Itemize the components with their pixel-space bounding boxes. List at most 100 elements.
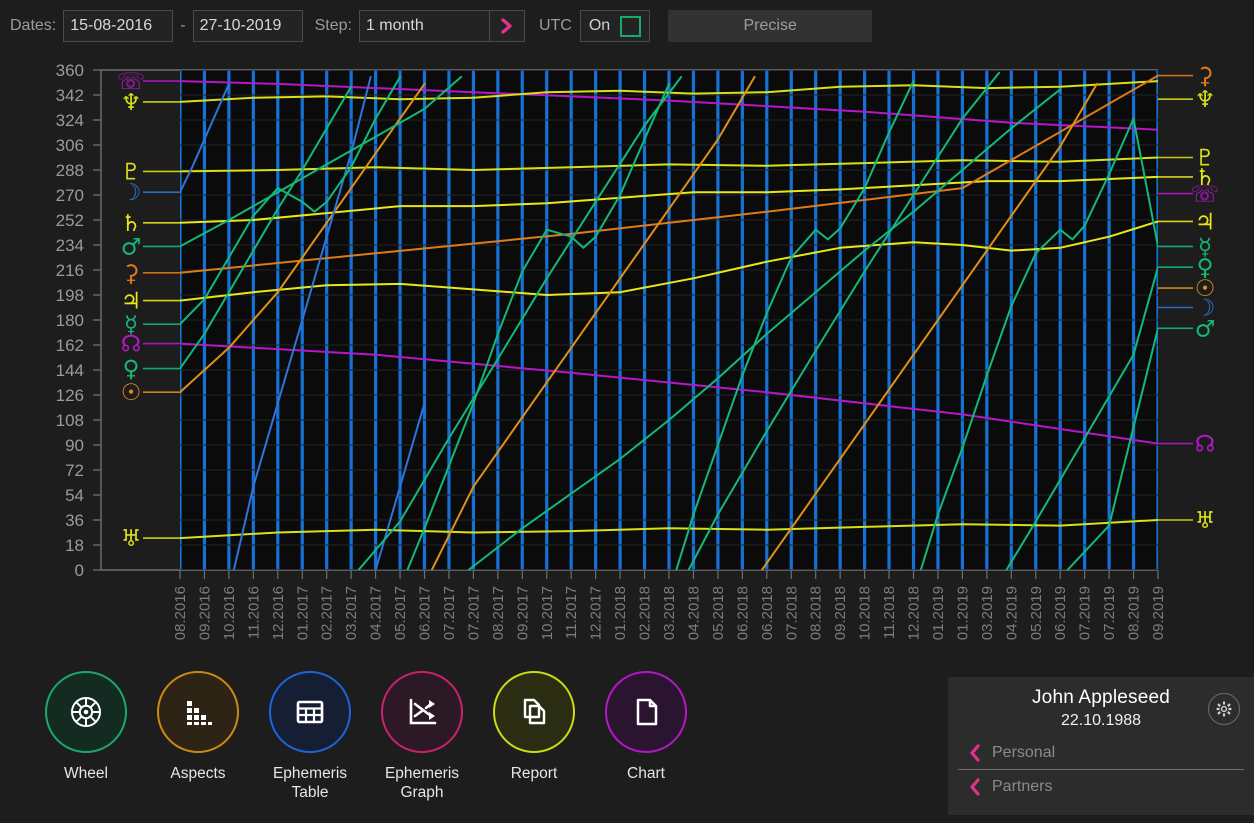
step-input[interactable] [358, 10, 489, 42]
x-axis-tick-label: 01.2018 [612, 586, 629, 640]
person-row-personal[interactable]: Personal [958, 736, 1244, 770]
x-axis-tick-label: 10.2016 [221, 586, 238, 640]
x-axis-tick-label: 09.2018 [832, 586, 849, 640]
x-axis-tick-label: 08.2016 [172, 586, 189, 640]
x-axis-tick-label: 07.2019 [1077, 586, 1094, 640]
x-axis-tick-label: 02.2018 [637, 586, 654, 640]
dates-label: Dates: [10, 17, 57, 34]
x-axis-tick-label: 08.2017 [490, 586, 507, 640]
x-axis-tick-label: 12.2018 [906, 586, 923, 640]
y-axis-tick-labels: 3603423243062882702522342161981801621441… [56, 61, 84, 580]
x-axis-tick-label: 03.2018 [661, 586, 678, 640]
nav-button-chart[interactable]: Chart [590, 671, 702, 783]
x-axis-tick-label: 02.2017 [319, 586, 336, 640]
y-axis-tick-label: 36 [65, 511, 84, 530]
chevron-right-icon[interactable] [488, 10, 525, 42]
x-axis-tick-label: 07.2019 [1101, 586, 1118, 640]
nav-button-ephemeris-graph-label: Ephemeris Graph [384, 765, 460, 801]
y-axis-tick-label: 144 [56, 361, 84, 380]
x-axis-tick-label: 05.2017 [392, 586, 409, 640]
ephemeris-chart-svg[interactable]: 3603423243062882702522342161981801621441… [0, 52, 1254, 657]
y-axis-tick-label: 72 [65, 461, 84, 480]
left-glyph-mars[interactable]: ♂ [121, 234, 142, 260]
navigation-button-bar: Wheel Aspects Ephemeris Table Ephemeris … [0, 658, 940, 823]
table-icon [296, 700, 324, 724]
date-to-input[interactable] [192, 10, 303, 42]
y-axis-tick-label: 126 [56, 386, 84, 405]
nav-button-chart-label: Chart [627, 765, 665, 782]
utc-checkbox[interactable] [620, 15, 642, 37]
right-glyph-lilith[interactable]: ☏ [1191, 182, 1220, 208]
y-axis-tick-label: 342 [56, 86, 84, 105]
person-row-partners[interactable]: Partners [958, 770, 1244, 804]
x-axis-tick-label: 10.2018 [857, 586, 874, 640]
gear-icon[interactable] [1208, 693, 1240, 725]
right-glyph-mars[interactable]: ♂ [1195, 316, 1216, 342]
left-glyph-sun[interactable]: ☉ [121, 380, 142, 406]
x-axis-tick-label: 07.2018 [783, 586, 800, 640]
left-leader-lines [143, 80, 180, 539]
right-glyph-chiron[interactable]: ⚳ [1197, 64, 1214, 90]
x-axis-tick-label: 03.2017 [343, 586, 360, 640]
x-axis-tick-label: 06.2019 [1052, 586, 1069, 640]
utc-label: UTC [538, 17, 572, 34]
left-glyph-saturn[interactable]: ♄ [121, 211, 142, 237]
left-glyph-chiron[interactable]: ⚳ [123, 261, 140, 287]
x-axis-tick-label: 06.2018 [734, 586, 751, 640]
x-axis-tick-label: 04.2017 [368, 586, 385, 640]
date-from-input[interactable] [63, 10, 174, 42]
y-axis-tick-label: 234 [56, 236, 84, 255]
left-glyph-neptune[interactable]: ♆ [121, 90, 142, 116]
left-glyph-moon[interactable]: ☽ [121, 180, 142, 206]
x-axis-tick-label: 11.2017 [563, 586, 580, 639]
wheel-icon [71, 697, 101, 727]
right-glyph-uranus[interactable]: ♅ [1195, 508, 1216, 534]
page-icon [636, 698, 658, 726]
y-axis-tick-label: 288 [56, 161, 84, 180]
x-axis-tick-label: 04.2018 [685, 586, 702, 640]
x-axis-tick-label: 09.2019 [1150, 586, 1167, 640]
left-glyph-jupiter[interactable]: ♃ [121, 289, 142, 315]
ephemeris-table-button-circle[interactable] [269, 671, 351, 753]
y-axis-tick-label: 360 [56, 61, 84, 80]
nav-button-wheel-label: Wheel [64, 765, 108, 782]
nav-button-wheel[interactable]: Wheel [30, 671, 142, 783]
nav-button-aspects[interactable]: Aspects [142, 671, 254, 783]
nav-button-report-label: Report [510, 765, 558, 782]
ephemeris-chart: 360 342 324 306 288 270 252 234 216 198 180 162 144 1… [0, 52, 1254, 657]
right-glyph-neptune[interactable]: ♆ [1195, 87, 1216, 113]
utc-group: On [579, 10, 651, 42]
precise-button[interactable]: Precise [668, 10, 873, 42]
x-axis-tick-label: 05.2019 [1028, 586, 1045, 640]
wheel-button-circle[interactable] [45, 671, 127, 753]
right-leader-lines [1158, 74, 1193, 521]
y-axis-ticks [93, 69, 101, 571]
left-glyph-venus[interactable]: ♀ [123, 357, 140, 383]
aspects-button-circle[interactable] [157, 671, 239, 753]
left-glyph-north-node[interactable]: ☊ [121, 332, 141, 358]
x-axis-tick-label: 06.2017 [417, 586, 434, 640]
ephemeris-graph-button-circle[interactable] [381, 671, 463, 753]
y-axis-tick-label: 90 [65, 436, 84, 455]
top-toolbar: Dates: - Step: UTC On Precise [0, 0, 1254, 52]
y-axis-tick-label: 0 [75, 561, 84, 580]
x-axis-tick-label: 05.2018 [710, 586, 727, 640]
x-axis-tick-label: 11.2016 [245, 586, 262, 639]
nav-button-ephemeris-table[interactable]: Ephemeris Table [254, 671, 366, 802]
right-glyph-jupiter[interactable]: ♃ [1195, 209, 1216, 235]
nav-button-ephemeris-graph[interactable]: Ephemeris Graph [366, 671, 478, 802]
person-row-partners-label: Partners [992, 778, 1053, 795]
x-axis-tick-label: 03.2019 [979, 586, 996, 640]
y-axis-tick-label: 270 [56, 186, 84, 205]
left-glyph-uranus[interactable]: ♅ [121, 526, 142, 552]
right-glyph-north-node[interactable]: ☊ [1195, 432, 1215, 458]
chevron-left-icon [958, 743, 992, 762]
y-axis-tick-label: 54 [65, 486, 84, 505]
y-axis-tick-label: 216 [56, 261, 84, 280]
nav-button-report[interactable]: Report [478, 671, 590, 783]
x-axis-tick-label: 09.2017 [514, 586, 531, 640]
x-axis-tick-label: 08.2019 [1126, 586, 1143, 640]
report-button-circle[interactable] [493, 671, 575, 753]
chart-button-circle[interactable] [605, 671, 687, 753]
x-axis-tick-label: 07.2017 [441, 586, 458, 640]
